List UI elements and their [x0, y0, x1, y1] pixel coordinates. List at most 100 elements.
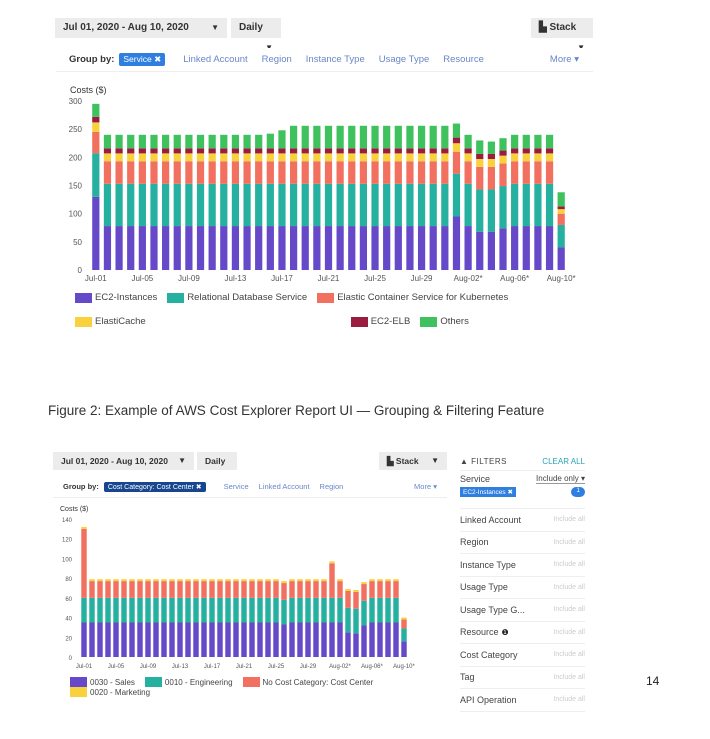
bar-segment-0030-sales[interactable] — [201, 622, 207, 658]
bar-segment-0010-engineering[interactable] — [105, 597, 111, 623]
bar-segment-no-cost-category-cost-center[interactable] — [329, 563, 335, 598]
bar-segment-elasticache[interactable] — [359, 153, 368, 162]
bar-segment-relational-database-service[interactable] — [406, 183, 414, 227]
bar-segment-elasticache[interactable] — [383, 153, 391, 162]
bar-segment-ec2-elb[interactable] — [185, 148, 193, 154]
bar-segment-no-cost-category-cost-center[interactable] — [81, 528, 87, 598]
bar-segment-ec2-instances[interactable] — [196, 226, 205, 270]
bar-segment-ec2-elb[interactable] — [301, 148, 309, 154]
bar-segment-no-cost-category-cost-center[interactable] — [145, 581, 151, 598]
bar-segment-others[interactable] — [476, 140, 484, 154]
bar-segment-0010-engineering[interactable] — [185, 597, 191, 623]
bar-segment-no-cost-category-cost-center[interactable] — [233, 581, 239, 598]
bar-segment-relational-database-service[interactable] — [534, 183, 542, 227]
group-link[interactable]: Linked Account — [259, 482, 310, 491]
bar-segment-relational-database-service[interactable] — [92, 153, 100, 197]
bar-segment-ec2-elb[interactable] — [511, 148, 519, 154]
bar-segment-0020-marketing[interactable] — [201, 579, 207, 582]
bar-segment-ec2-elb[interactable] — [545, 148, 554, 154]
bar-segment-ec2-elb[interactable] — [383, 148, 391, 154]
bar-segment-no-cost-category-cost-center[interactable] — [281, 583, 287, 600]
bar-segment-others[interactable] — [406, 125, 414, 149]
group-link[interactable]: Resource — [443, 54, 484, 65]
bar-segment-relational-database-service[interactable] — [127, 183, 135, 227]
bar-segment-elastic-container-service-for-kubernetes[interactable] — [487, 166, 495, 190]
bar-segment-0010-engineering[interactable] — [89, 597, 95, 623]
bar-segment-elasticache[interactable] — [406, 153, 414, 162]
bar-segment-relational-database-service[interactable] — [383, 183, 391, 227]
bar-segment-ec2-elb[interactable] — [115, 148, 123, 154]
bar-segment-no-cost-category-cost-center[interactable] — [249, 581, 255, 598]
bar-segment-0020-marketing[interactable] — [241, 579, 247, 582]
bar-segment-relational-database-service[interactable] — [476, 189, 484, 232]
bar-segment-elastic-container-service-for-kubernetes[interactable] — [336, 161, 344, 184]
bar-segment-0010-engineering[interactable] — [97, 597, 103, 623]
bar-segment-elastic-container-service-for-kubernetes[interactable] — [313, 161, 321, 184]
filter-value-dropdown[interactable]: Include all — [553, 674, 585, 681]
bar-segment-no-cost-category-cost-center[interactable] — [353, 591, 359, 609]
bar-segment-no-cost-category-cost-center[interactable] — [289, 581, 295, 598]
filter-row[interactable]: Tag Include all — [460, 667, 585, 689]
bar-segment-elasticache[interactable] — [173, 153, 181, 162]
bar-segment-0020-marketing[interactable] — [321, 579, 327, 582]
bar-segment-elastic-container-service-for-kubernetes[interactable] — [406, 161, 414, 184]
bar-segment-0020-marketing[interactable] — [233, 579, 239, 582]
bar-segment-ec2-instances[interactable] — [464, 226, 472, 270]
bar-segment-0030-sales[interactable] — [257, 622, 263, 658]
bar-segment-relational-database-service[interactable] — [185, 183, 193, 227]
bar-segment-0020-marketing[interactable] — [193, 579, 199, 582]
bar-segment-ec2-elb[interactable] — [359, 148, 368, 154]
bar-segment-no-cost-category-cost-center[interactable] — [313, 581, 319, 598]
bar-segment-0030-sales[interactable] — [105, 622, 111, 658]
bar-segment-ec2-instances[interactable] — [313, 226, 321, 270]
bar-segment-0010-engineering[interactable] — [337, 597, 343, 623]
bar-segment-ec2-instances[interactable] — [115, 226, 123, 270]
bar-segment-0030-sales[interactable] — [89, 622, 95, 658]
bar-segment-0020-marketing[interactable] — [377, 579, 383, 582]
bar-segment-elasticache[interactable] — [266, 153, 274, 162]
bar-segment-ec2-instances[interactable] — [150, 226, 158, 270]
bar-segment-others[interactable] — [278, 130, 286, 149]
bar-segment-elasticache[interactable] — [417, 153, 426, 162]
bar-segment-ec2-instances[interactable] — [255, 226, 263, 270]
bar-segment-relational-database-service[interactable] — [336, 183, 344, 227]
filter-value-dropdown[interactable]: Include all — [553, 561, 585, 568]
bar-segment-0020-marketing[interactable] — [257, 579, 263, 582]
bar-segment-elasticache[interactable] — [534, 153, 542, 162]
bar-segment-0010-engineering[interactable] — [145, 597, 151, 623]
bar-segment-elasticache[interactable] — [522, 153, 530, 162]
bar-segment-0010-engineering[interactable] — [377, 597, 383, 623]
legend-item[interactable]: Relational Database Service — [167, 292, 307, 303]
bar-segment-0030-sales[interactable] — [329, 622, 335, 658]
bar-segment-ec2-elb[interactable] — [243, 148, 251, 154]
bar-segment-elasticache[interactable] — [394, 153, 402, 162]
bar-segment-0010-engineering[interactable] — [329, 597, 335, 623]
bar-segment-ec2-instances[interactable] — [173, 226, 181, 270]
bar-segment-elastic-container-service-for-kubernetes[interactable] — [162, 161, 170, 184]
bar-segment-0020-marketing[interactable] — [361, 582, 367, 585]
bar-segment-0030-sales[interactable] — [345, 632, 351, 657]
bar-segment-ec2-elb[interactable] — [557, 206, 565, 210]
bar-segment-ec2-instances[interactable] — [348, 226, 356, 270]
bar-segment-ec2-instances[interactable] — [103, 226, 112, 270]
bar-segment-elastic-container-service-for-kubernetes[interactable] — [394, 161, 402, 184]
bar-segment-no-cost-category-cost-center[interactable] — [265, 581, 271, 598]
group-link[interactable]: Instance Type — [306, 54, 365, 65]
bar-segment-ec2-instances[interactable] — [522, 226, 530, 270]
bar-segment-others[interactable] — [255, 134, 263, 149]
bar-segment-ec2-instances[interactable] — [557, 247, 565, 270]
bar-segment-ec2-instances[interactable] — [511, 226, 519, 270]
bar-segment-others[interactable] — [231, 134, 240, 149]
bar-segment-0010-engineering[interactable] — [81, 597, 87, 623]
bar-segment-0010-engineering[interactable] — [281, 599, 287, 625]
bar-segment-elastic-container-service-for-kubernetes[interactable] — [243, 161, 251, 184]
bar-segment-relational-database-service[interactable] — [243, 183, 251, 227]
bar-segment-no-cost-category-cost-center[interactable] — [137, 581, 143, 598]
bar-segment-elastic-container-service-for-kubernetes[interactable] — [278, 161, 286, 184]
bar-segment-elasticache[interactable] — [115, 153, 123, 162]
bar-segment-no-cost-category-cost-center[interactable] — [369, 581, 375, 598]
bar-segment-elastic-container-service-for-kubernetes[interactable] — [289, 161, 298, 184]
bar-segment-0030-sales[interactable] — [113, 622, 119, 658]
bar-segment-0030-sales[interactable] — [289, 622, 295, 658]
bar-segment-0020-marketing[interactable] — [401, 617, 407, 620]
